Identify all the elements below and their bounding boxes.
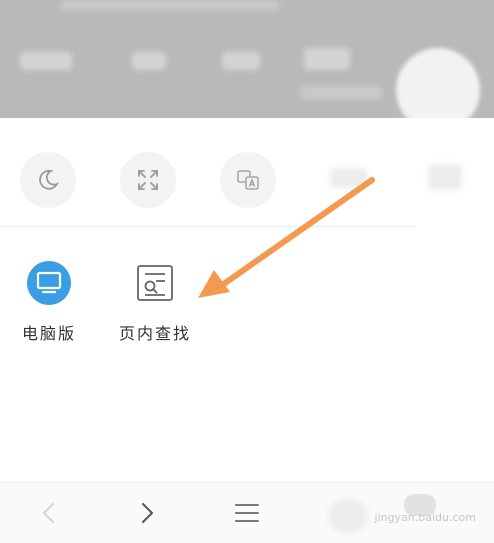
blurred-text xyxy=(132,52,166,70)
forward-button[interactable] xyxy=(122,491,172,535)
watermark-text: jingyan.baidu.com xyxy=(374,511,476,524)
fullscreen-icon xyxy=(138,170,158,190)
translate-button[interactable] xyxy=(220,152,276,208)
desktop-monitor-icon xyxy=(27,261,71,305)
night-mode-icon xyxy=(39,169,60,190)
menu-divider xyxy=(0,226,414,227)
back-arrow-icon xyxy=(43,503,54,523)
menu-item-label: 电脑版 xyxy=(21,324,76,343)
blurred-text xyxy=(300,86,382,100)
blurred-tool-button[interactable] xyxy=(428,164,462,190)
find-icon-wrap xyxy=(132,260,178,306)
blurred-tool-button[interactable] xyxy=(330,168,368,188)
menu-item-label: 页内查找 xyxy=(118,324,191,343)
blurred-text xyxy=(222,52,260,70)
find-in-page-icon xyxy=(137,265,173,301)
back-button[interactable] xyxy=(24,491,74,535)
menu-item-desktop-version[interactable]: 电脑版 xyxy=(20,260,78,344)
blurred-text xyxy=(60,0,280,10)
menu-button[interactable] xyxy=(222,491,272,535)
menu-item-find-in-page[interactable]: 页内查找 xyxy=(110,260,200,344)
forward-arrow-icon xyxy=(142,503,153,523)
menu-icon xyxy=(235,504,259,522)
fullscreen-button[interactable] xyxy=(120,152,176,208)
night-mode-button[interactable] xyxy=(20,152,76,208)
desktop-icon-wrap xyxy=(26,260,72,306)
blurred-tabs-button[interactable] xyxy=(328,499,368,533)
blurred-text xyxy=(304,48,350,70)
blurred-text xyxy=(20,52,72,70)
translate-icon xyxy=(237,170,259,190)
